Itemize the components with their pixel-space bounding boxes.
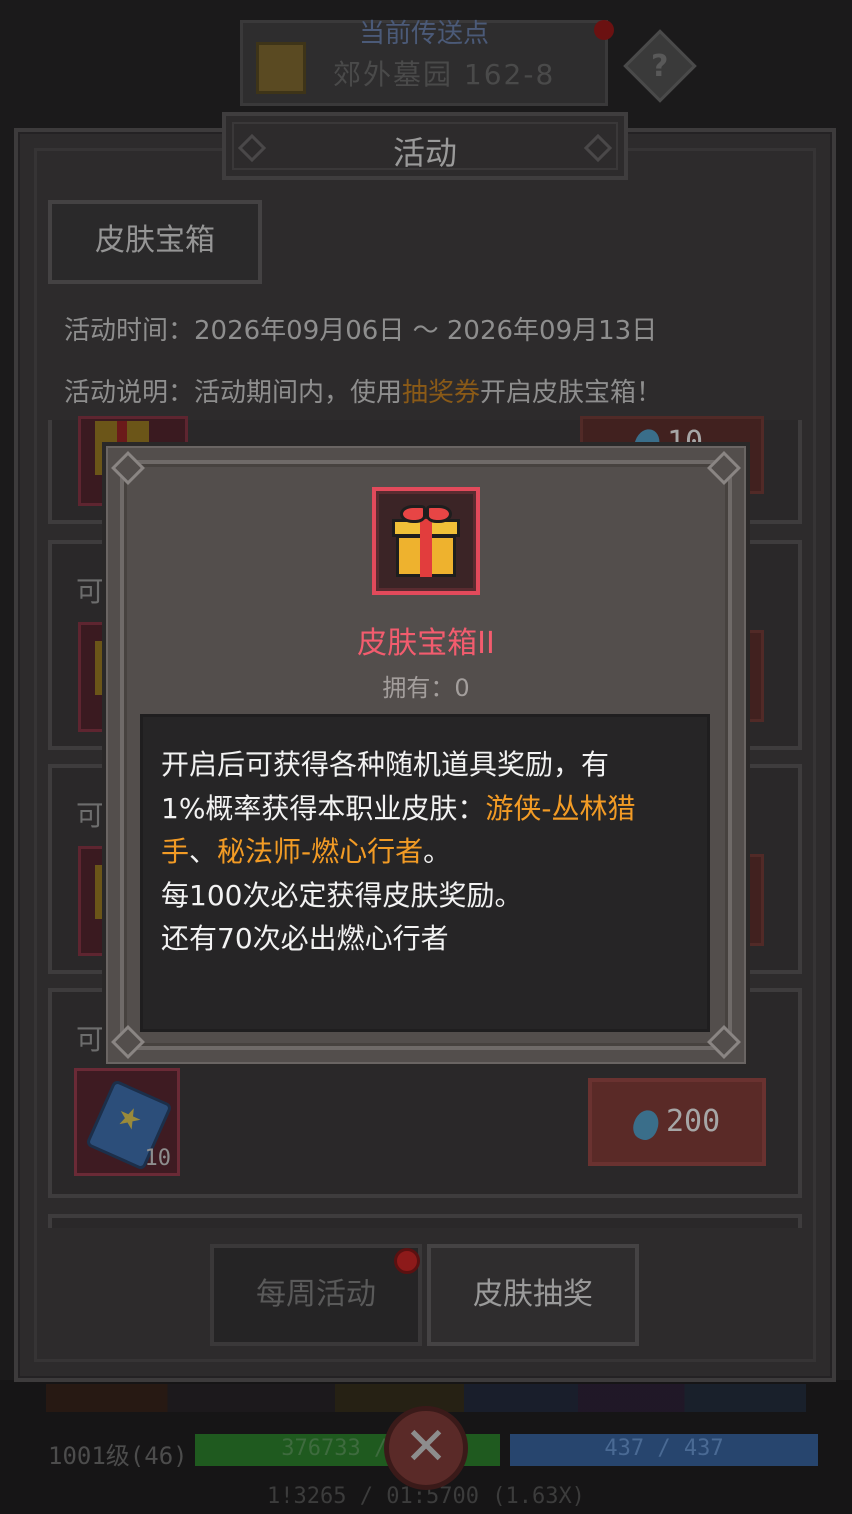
card-can-label: 可 bbox=[76, 799, 105, 832]
desc-separator: 、 bbox=[189, 835, 218, 868]
tab-skin-chest[interactable]: 皮肤宝箱 bbox=[48, 200, 262, 284]
panel-title: 活动 bbox=[392, 134, 457, 172]
item-owned: 拥有：0 bbox=[102, 668, 750, 703]
tab-weekly-activity[interactable]: 每周活动 bbox=[210, 1244, 422, 1346]
buy-price: 200 bbox=[666, 1104, 721, 1139]
skin-ranger-tail: 手 bbox=[161, 835, 190, 868]
gift-box-icon bbox=[392, 505, 460, 579]
card-can-label: 可 bbox=[76, 1023, 105, 1056]
panel-title-plate: 活动 bbox=[222, 112, 628, 180]
item-icon-frame bbox=[372, 487, 480, 595]
player-level: 1001级(46) bbox=[48, 1442, 188, 1470]
buy-ticket-button[interactable]: 200 bbox=[588, 1078, 766, 1166]
desc-pity-line: 每100次必定获得皮肤奖励。 bbox=[161, 878, 523, 912]
owned-count: 0 bbox=[454, 674, 470, 702]
activity-time-label: 活动时间： bbox=[64, 316, 195, 346]
close-icon: ✕ bbox=[404, 1417, 448, 1477]
desc-remaining-line: 还有70次必出燃心行者 bbox=[161, 922, 449, 955]
desc-line2-prefix: 1%概率获得本职业皮肤： bbox=[161, 791, 486, 825]
gem-icon bbox=[629, 1106, 663, 1144]
notification-dot bbox=[394, 1248, 420, 1274]
help-icon: ? bbox=[650, 48, 669, 84]
close-button[interactable]: ✕ bbox=[384, 1406, 468, 1490]
tab-skin-lottery[interactable]: 皮肤抽奖 bbox=[427, 1244, 639, 1346]
card-can-label: 可 bbox=[76, 575, 105, 608]
activity-description: 活动说明：活动期间内，使用抽奖券开启皮肤宝箱！ bbox=[64, 372, 662, 409]
activity-time: 活动时间：2026年09月06日 ～ 2026年09月13日 bbox=[64, 310, 657, 347]
activity-desc-suffix: 开启皮肤宝箱！ bbox=[480, 378, 663, 408]
skin-arcanist: 秘法师-燃心行者 bbox=[217, 835, 424, 868]
ticket-count: 10 bbox=[144, 1146, 172, 1171]
notification-dot bbox=[594, 20, 614, 40]
list-item bbox=[48, 1214, 802, 1228]
mp-bar: 437 / 437 bbox=[510, 1434, 818, 1466]
owned-label: 拥有： bbox=[382, 674, 455, 702]
map-icon bbox=[256, 42, 306, 94]
item-name: 皮肤宝箱II bbox=[357, 626, 495, 661]
lottery-ticket-link: 抽奖券 bbox=[402, 378, 481, 408]
skin-ranger: 游侠-丛林猎 bbox=[485, 791, 636, 825]
help-button[interactable]: ? bbox=[623, 29, 697, 103]
mp-text: 437 / 437 bbox=[604, 1436, 724, 1461]
desc-line1: 开启后可获得各种随机道具奖励，有 bbox=[161, 748, 610, 781]
activity-desc-prefix: 活动期间内，使用 bbox=[194, 378, 403, 408]
activity-time-value: 2026年09月06日 ～ 2026年09月13日 bbox=[194, 316, 658, 346]
teleport-location: 郊外墓园 162-8 bbox=[333, 58, 556, 91]
item-description: 开启后可获得各种随机道具奖励，有 1%概率获得本职业皮肤：游侠-丛林猎 手、秘法… bbox=[161, 743, 683, 961]
desc-line3-end: 。 bbox=[423, 835, 452, 868]
item-description-box: 开启后可获得各种随机道具奖励，有 1%概率获得本职业皮肤：游侠-丛林猎 手、秘法… bbox=[140, 714, 710, 1032]
lottery-ticket-slot: 10 bbox=[74, 1068, 180, 1176]
activity-desc-label: 活动说明： bbox=[64, 378, 195, 408]
